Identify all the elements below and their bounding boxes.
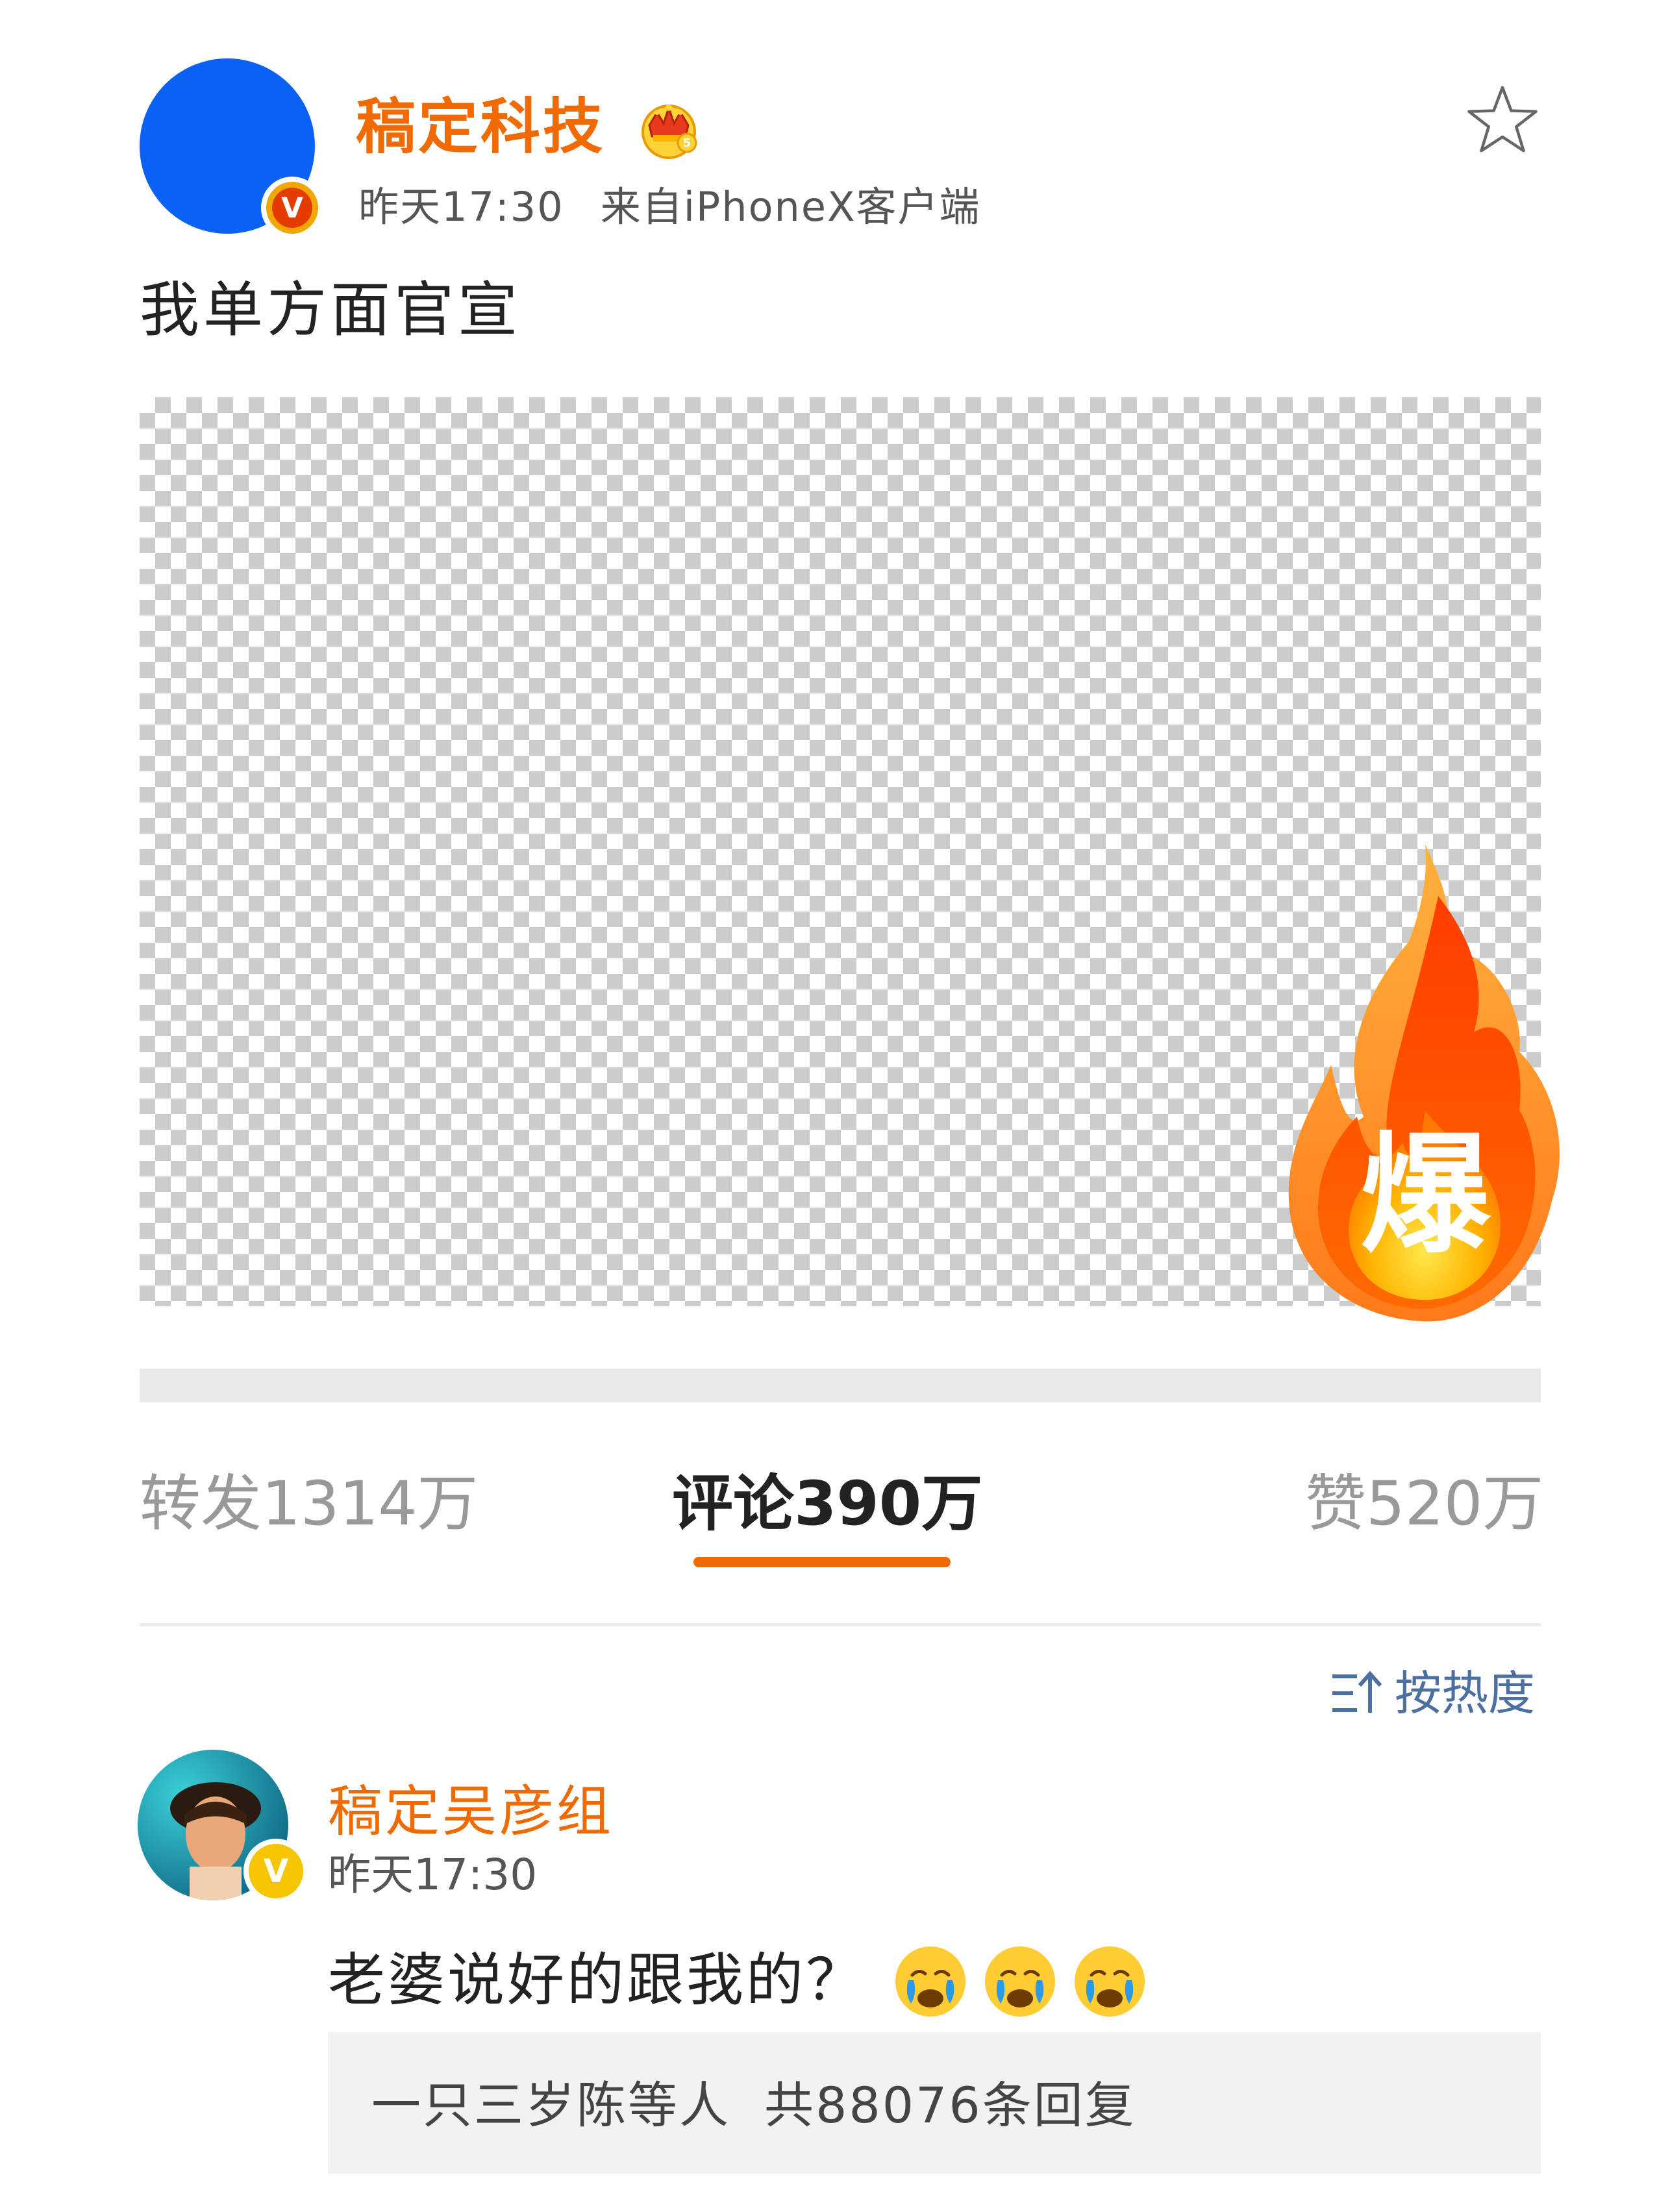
tab-repost[interactable]: 转发1314万 [140,1474,478,1535]
image-progress-bar [140,1369,1541,1402]
comment-text-row: 老婆说好的跟我的？ [328,1941,1149,2019]
verified-badge-label: V [272,188,312,228]
commenter-verified-badge-icon: V [243,1839,308,1904]
post-source: 来自iPhoneX客户端 [600,183,981,230]
tab-comments[interactable]: 评论390万 [672,1474,982,1535]
comment-text: 老婆说好的跟我的？ [328,1946,866,2013]
fire-hot-icon: 爆 [1288,844,1560,1322]
tab-likes[interactable]: 赞520万 [1305,1474,1543,1535]
vip-crown-icon: 5 [642,105,697,159]
sort-label: 按热度 [1395,1666,1536,1721]
sort-by-hot-button[interactable]: 按热度 [1331,1670,1535,1717]
post-time: 昨天17:30 [358,183,564,230]
comment-time: 昨天17:30 [328,1850,538,1900]
post-text: 我单方面官宣 [140,275,522,345]
reply-users: 一只三岁陈等人 [371,2076,730,2134]
crying-face-icon [1075,1946,1145,2017]
reply-count: 共88076条回复 [764,2076,1136,2134]
active-tab-indicator [693,1557,951,1567]
verified-badge-icon: V [261,177,323,239]
crying-face-icon [895,1946,966,2017]
replies-summary[interactable]: 一只三岁陈等人 共88076条回复 [371,2081,1136,2130]
svg-text:5: 5 [683,136,691,150]
commenter-name[interactable]: 稿定吴彦组 [328,1784,614,1839]
post-meta: 昨天17:30 来自iPhoneX客户端 [358,187,980,227]
sort-icon [1332,1671,1382,1713]
poster-name[interactable]: 稿定科技 [356,97,605,157]
fire-badge-label: 爆 [1360,1120,1491,1271]
favorite-star-icon[interactable] [1466,83,1539,156]
crying-face-icon [985,1946,1056,2017]
divider [140,1623,1541,1626]
